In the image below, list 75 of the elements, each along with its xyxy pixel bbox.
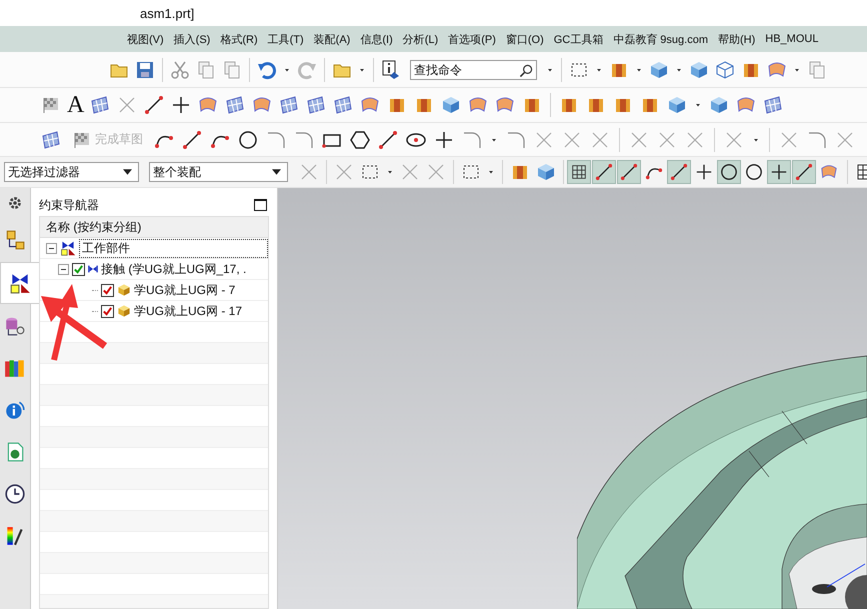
filter-dropdown[interactable]: 整个装配 [149, 162, 288, 182]
snap-toggle-button[interactable] [617, 160, 641, 184]
checkbox[interactable] [101, 284, 114, 296]
line-icon [620, 163, 638, 181]
clock-icon [4, 483, 26, 505]
mesh-icon[interactable] [332, 94, 354, 116]
cube-icon[interactable] [535, 161, 557, 183]
menu-item[interactable]: GC工具箱 [548, 32, 608, 46]
mesh-icon[interactable] [762, 94, 784, 116]
circle-icon [745, 163, 763, 181]
circle-icon[interactable] [237, 128, 259, 150]
menu-item[interactable]: 信息(I) [355, 32, 398, 46]
text-tool-button[interactable]: A [67, 93, 84, 117]
checkbox[interactable] [72, 262, 85, 276]
search-icon [518, 62, 534, 78]
menu-item[interactable]: 窗口(O) [500, 32, 549, 46]
component-cube-icon [117, 304, 131, 318]
snap-toggle-button[interactable] [717, 160, 741, 184]
info-icon [4, 399, 26, 421]
snap-toggle-button[interactable] [792, 160, 816, 184]
resource-tab[interactable] [0, 262, 38, 304]
menu-item[interactable]: 首选项(P) [443, 32, 501, 46]
menu-item[interactable]: 格式(R) [215, 32, 263, 46]
menu-item[interactable]: HB_MOUL [760, 33, 824, 45]
touch-constraint-icon [88, 264, 98, 274]
column-header[interactable]: 名称 (按约束分组) [40, 217, 268, 238]
tree-item[interactable]: 接触 (学UG就上UG网_17, . [101, 260, 246, 278]
menu-item[interactable]: 帮助(H) [713, 32, 760, 46]
menu-item[interactable]: 工具(T) [262, 32, 309, 46]
database-icon [4, 315, 26, 337]
snap-toggle-button[interactable] [567, 160, 591, 184]
surface-icon [820, 163, 838, 181]
menu-item[interactable]: 中磊教育 9sug.com [608, 32, 713, 46]
search-field[interactable]: 查找命令 [410, 60, 537, 80]
menu-item[interactable]: 装配(A) [308, 32, 356, 46]
component-cube-icon [117, 283, 131, 297]
maximize-button[interactable] [254, 199, 267, 211]
constraint-icon [8, 272, 30, 294]
line-icon [795, 163, 813, 181]
parts-icon [4, 229, 26, 251]
menu-item[interactable]: 视图(V) [122, 32, 169, 46]
snap-toggle-button[interactable] [667, 160, 691, 184]
filter-dropdown[interactable]: 无选择过滤器 [4, 162, 139, 182]
mesh-icon[interactable] [89, 94, 112, 116]
plus-icon [770, 163, 788, 181]
checkbox[interactable] [101, 304, 114, 318]
scissors-icon[interactable] [169, 58, 191, 80]
line-icon[interactable] [143, 94, 166, 116]
wireframe-cube-icon[interactable] [714, 58, 736, 80]
line-icon[interactable] [181, 128, 203, 150]
hexagon-icon[interactable] [349, 128, 371, 150]
menu-item[interactable]: 插入(S) [168, 32, 216, 46]
caret-icon [272, 169, 281, 175]
window-title: asm1.prt] [140, 6, 194, 20]
mesh-icon[interactable] [40, 128, 62, 150]
plus-icon [695, 163, 713, 181]
mesh-icon[interactable] [305, 94, 328, 116]
line-icon[interactable] [377, 128, 399, 150]
tree-item[interactable]: 学UG就上UG网 - 17 [134, 302, 242, 320]
tree-item[interactable]: 工作部件 [79, 238, 268, 258]
line-icon [670, 163, 688, 181]
tree-item[interactable]: 学UG就上UG网 - 7 [134, 282, 236, 298]
mesh-icon[interactable] [278, 94, 300, 116]
collapse-toggle[interactable] [46, 242, 57, 254]
snap-toggle-button[interactable] [767, 160, 791, 184]
menu-item[interactable]: 分析(L) [398, 32, 444, 46]
snap-toggle-button[interactable] [592, 160, 616, 184]
caret-icon [123, 169, 132, 175]
grid-icon [570, 163, 588, 181]
panel-title: 约束导航器 [39, 196, 99, 214]
mesh-icon[interactable] [224, 94, 246, 116]
constraint-icon [60, 240, 76, 256]
line-icon [595, 163, 613, 181]
circle-icon [720, 163, 738, 181]
collapse-toggle[interactable] [58, 264, 69, 274]
